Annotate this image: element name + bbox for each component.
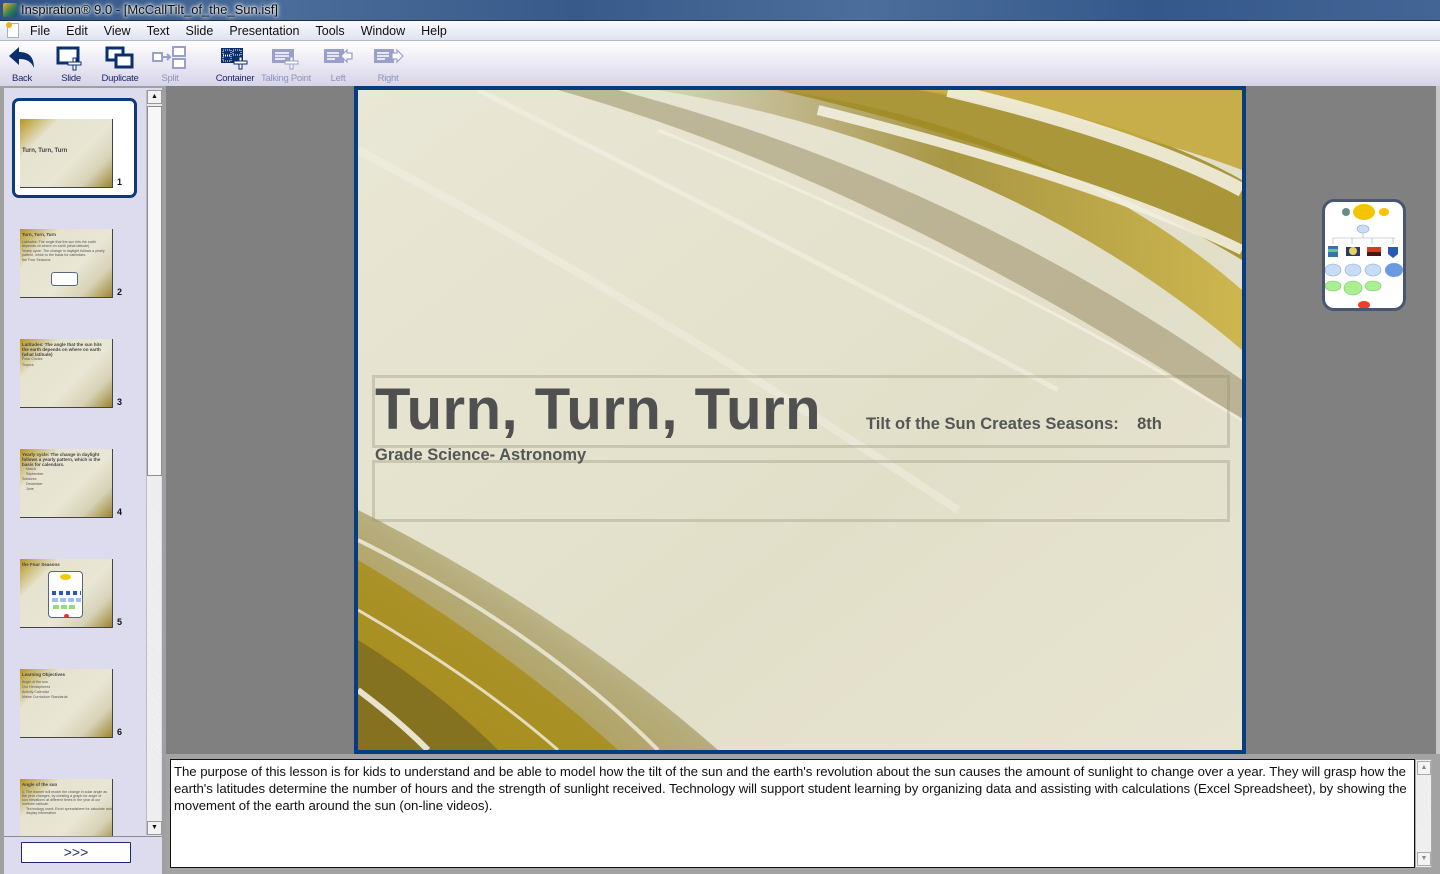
scrollbar-thumb[interactable] (147, 106, 162, 476)
talking-point-button[interactable]: Talking Point (256, 45, 316, 84)
thumbnail-number: 1 (117, 177, 123, 187)
slide-notes-textarea[interactable]: The purpose of this lesson is for kids t… (170, 759, 1415, 868)
thumbnail-diagram (51, 272, 78, 286)
move-right-label: Right (377, 73, 399, 84)
subtitle-placeholder-frame (372, 460, 1230, 522)
talking-point-icon (272, 49, 299, 70)
notes-scroll-down-icon[interactable]: ▼ (1417, 852, 1431, 866)
menu-file[interactable]: File (30, 24, 50, 38)
slide-thumbnail-4[interactable]: Yearly cycle: The change in daylight fol… (20, 449, 113, 518)
thumbnail-title: Latitudes: The angle that the sun hits t… (22, 342, 102, 357)
thumbnail-bullet: Our Hemispheres (22, 685, 51, 689)
talking-point-label: Talking Point (261, 73, 311, 84)
menu-help[interactable]: Help (421, 24, 447, 38)
slide-thumbnail-7[interactable]: Angle of the sun 1. The learner will mod… (20, 779, 113, 836)
thumbnail-number: 6 (117, 727, 123, 737)
notes-scrollbar[interactable]: ▲ ▼ (1415, 759, 1432, 868)
thumbnail-bullet: 1. The learner will model the change in … (22, 790, 108, 806)
scroll-down-icon[interactable]: ▼ (147, 821, 162, 835)
split-label: Split (161, 73, 179, 84)
move-right-icon (374, 48, 404, 64)
thumbnail-footer: >>> (4, 836, 162, 874)
move-left-icon (324, 48, 353, 64)
document-icon[interactable] (6, 22, 19, 38)
thumbnail-bullet: Maine Curriculum Standards (22, 695, 68, 699)
thumbnail-title: the Four Seasons (22, 562, 60, 567)
menu-view[interactable]: View (104, 24, 131, 38)
thumbnail-bullet: Polar Circles (22, 357, 43, 361)
thumbnail-title: Learning Objectives (22, 672, 66, 677)
slide-thumbnail-5[interactable]: the Four Seasons (20, 559, 113, 628)
menu-tools[interactable]: Tools (316, 24, 345, 38)
thumbnail-number: 4 (117, 507, 123, 517)
scroll-up-icon[interactable]: ▲ (147, 90, 162, 104)
thumbnail-bullet: June (26, 487, 34, 491)
thumbnail-bullet: Activity Calendar (22, 690, 49, 694)
menu-text[interactable]: Text (147, 24, 170, 38)
slide-thumbnail-panel: Turn, Turn, Turn 1 Turn, Turn, Turn Lati… (4, 88, 162, 836)
thumbnail-bullet: Tropics (22, 363, 34, 367)
inspiration-window: Inspiration® 9.0 - [McCallTilt_of_the_Su… (0, 0, 1440, 874)
back-arrow-icon (9, 47, 34, 68)
slide-canvas[interactable]: Turn, Turn, Turn Tilt of the Sun Creates… (354, 86, 1246, 754)
thumbnail-title: Turn, Turn, Turn (22, 232, 56, 237)
menu-bar: File Edit View Text Slide Presentation T… (0, 21, 1440, 41)
slide-subtitle-continued[interactable]: Grade Science- Astronomy (375, 446, 586, 465)
menu-presentation[interactable]: Presentation (229, 24, 299, 38)
thumbnail-bullet: March (26, 467, 36, 471)
thumbnail-bullet: Angle of the sun (22, 680, 48, 684)
slide-subtitle[interactable]: Tilt of the Sun Creates Seasons: 8th (866, 415, 1162, 434)
slide-thumbnail-6[interactable]: Learning Objectives Angle of the sun Our… (20, 669, 113, 738)
thumbnail-diagram (48, 571, 83, 618)
title-bar: Inspiration® 9.0 - [McCallTilt_of_the_Su… (0, 0, 1440, 21)
thumbnail-number: 5 (117, 617, 123, 627)
thumbnail-bullet: Solstices (22, 477, 37, 481)
thumbnail-bullet: September (26, 472, 44, 476)
menu-edit[interactable]: Edit (66, 24, 88, 38)
duplicate-icon (105, 46, 134, 69)
thumbnail-number: 3 (117, 397, 123, 407)
thumbnail-number: 2 (117, 287, 123, 297)
window-title: Inspiration® 9.0 - [McCallTilt_of_the_Su… (21, 2, 278, 17)
thumbnail-title: Turn, Turn, Turn (22, 148, 68, 154)
slide-thumbnail-1[interactable]: Turn, Turn, Turn (20, 119, 113, 188)
work-area-scrollbar[interactable] (1436, 86, 1440, 754)
split-button[interactable]: Split (140, 45, 200, 84)
slide-thumbnail-3[interactable]: Latitudes: The angle that the sun hits t… (20, 339, 113, 408)
split-icon (152, 46, 186, 69)
new-slide-icon (56, 46, 82, 71)
concept-map-icon (1325, 204, 1403, 308)
thumbnail-bullet: December (26, 482, 43, 486)
thumbnail-bullet: Latitudes: The angle that the sun hits t… (22, 240, 97, 248)
thumbnail-bullet: Technology used: Excel spreadsheet for c… (26, 807, 112, 815)
notes-scroll-up-icon[interactable]: ▲ (1417, 761, 1431, 775)
app-logo-icon (3, 3, 17, 17)
thumbnail-title: Angle of the sun (22, 782, 58, 787)
slide-title[interactable]: Turn, Turn, Turn (375, 376, 821, 443)
toolbar: Back Slide Duplicate Split Container Tal… (0, 41, 1440, 86)
diagram-preview[interactable] (1322, 199, 1406, 311)
container-icon (221, 48, 248, 70)
menu-window[interactable]: Window (361, 24, 405, 38)
next-slides-button[interactable]: >>> (21, 842, 131, 863)
thumbnail-bullet: the Four Seasons (22, 258, 51, 262)
thumbnail-title: Yearly cycle: The change in daylight fol… (22, 452, 101, 467)
slide-thumbnail-2[interactable]: Turn, Turn, Turn Latitudes: The angle th… (20, 229, 113, 298)
menu-slide[interactable]: Slide (186, 24, 214, 38)
thumbnail-bullet: Yearly cycle: The change in daylight fol… (22, 249, 105, 257)
thumbnail-scrollbar[interactable]: ▲ ▼ (146, 90, 162, 835)
move-right-button[interactable]: Right (358, 45, 418, 84)
